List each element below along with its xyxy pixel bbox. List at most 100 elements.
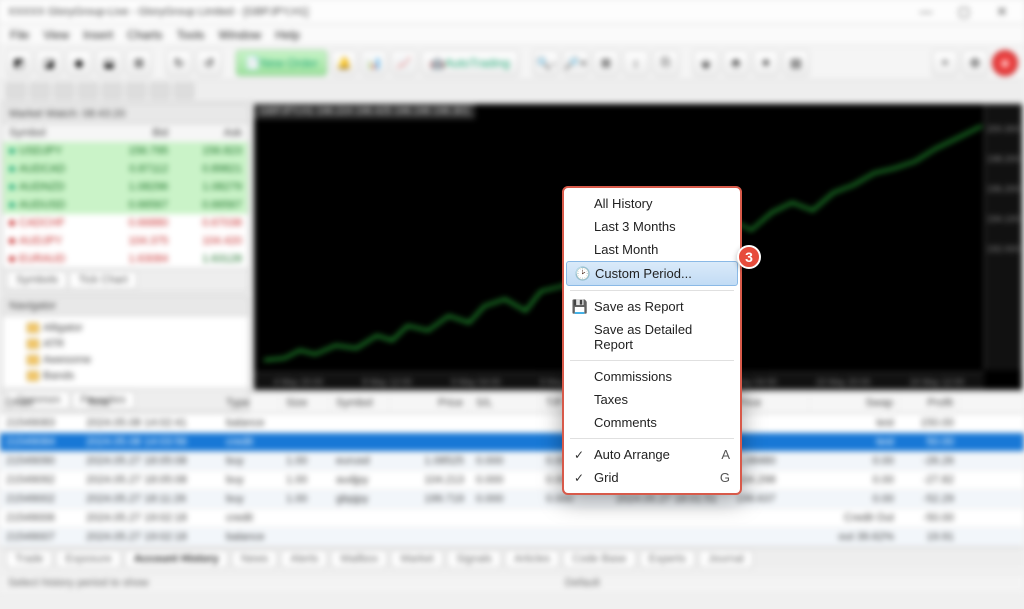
toolbar-button[interactable]: ⌖: [932, 50, 958, 76]
minimize-button[interactable]: —: [912, 3, 940, 21]
context-menu-item[interactable]: Last Month: [564, 238, 740, 261]
draw-tool[interactable]: [54, 83, 74, 99]
autotrading-button[interactable]: 🤖 AutoTrading: [421, 50, 519, 76]
order-col-header[interactable]: Type: [220, 393, 280, 413]
context-menu-item[interactable]: Auto ArrangeA: [564, 443, 740, 466]
order-col-header[interactable]: Symbol: [330, 393, 390, 413]
nav-item[interactable]: ATR: [9, 336, 242, 352]
step-badge: 3: [737, 245, 761, 269]
menu-tools[interactable]: Tools: [177, 28, 205, 42]
menubar: File View Insert Charts Tools Window Hel…: [0, 24, 1024, 46]
order-col-header[interactable]: Profit: [900, 393, 960, 413]
terminal-tab[interactable]: Articles: [505, 550, 559, 568]
order-col-header[interactable]: Time: [80, 393, 220, 413]
toolbar-button[interactable]: ⬓: [96, 50, 122, 76]
toolbar-button[interactable]: ↕: [623, 50, 649, 76]
draw-tool[interactable]: [78, 83, 98, 99]
watch-row[interactable]: AUDCAD0.871120.89821: [3, 160, 248, 178]
tab-symbols[interactable]: Symbols: [7, 271, 67, 289]
context-menu-item[interactable]: Comments: [564, 411, 740, 434]
toolbar-button[interactable]: ⊞: [126, 50, 152, 76]
draw-tool[interactable]: [150, 83, 170, 99]
close-button[interactable]: ✕: [988, 3, 1016, 21]
context-menu-item[interactable]: Save as Detailed Report: [564, 318, 740, 356]
toolbar-button[interactable]: ✦: [753, 50, 779, 76]
order-row[interactable]: 215490022024.05.27 18:11:26buy 1.00gbpjp…: [0, 490, 1024, 509]
nav-item[interactable]: Awesome: [9, 352, 242, 368]
order-col-header[interactable]: Size: [280, 393, 330, 413]
watch-row[interactable]: AUDNZD1.082961.08279: [3, 178, 248, 196]
toolbar-button[interactable]: ◩: [6, 50, 32, 76]
toolbar-button[interactable]: ↻: [166, 50, 192, 76]
watch-row[interactable]: CADCHF0.668800.67038: [3, 214, 248, 232]
toolbar-button[interactable]: ⬘: [723, 50, 749, 76]
context-menu-item[interactable]: All History: [564, 192, 740, 215]
context-menu-item[interactable]: Last 3 Months: [564, 215, 740, 238]
context-menu-item[interactable]: GridG: [564, 466, 740, 489]
menu-help[interactable]: Help: [275, 28, 300, 42]
order-row[interactable]: 215490842024.05.08 14:03:56credit test50…: [0, 433, 1024, 452]
context-menu-item[interactable]: 🕑Custom Period...: [566, 261, 738, 286]
order-row[interactable]: 215490072024.05.27 19:02:18balance out 3…: [0, 528, 1024, 547]
terminal-tab[interactable]: Signals: [447, 550, 501, 568]
context-menu-item[interactable]: Taxes: [564, 388, 740, 411]
toolbar-button[interactable]: ▤: [783, 50, 809, 76]
draw-tool[interactable]: [102, 83, 122, 99]
terminal-tab[interactable]: Exposure: [56, 550, 120, 568]
new-order-button[interactable]: 📄 New Order: [236, 50, 327, 76]
terminal-tab[interactable]: News: [232, 550, 278, 568]
order-row[interactable]: 215490062024.05.27 19:02:18credit Credit…: [0, 509, 1024, 528]
terminal-pane: OrderTimeTypeSizeSymbolPriceS/LT/PTimePr…: [0, 392, 1024, 572]
watch-row[interactable]: EURAUD1.630841.63128: [3, 250, 248, 268]
toolbar-button[interactable]: ↺: [196, 50, 222, 76]
order-col-header[interactable]: Price: [390, 393, 470, 413]
terminal-tab[interactable]: Mailbox: [331, 550, 387, 568]
terminal-tab[interactable]: Code Base: [563, 550, 635, 568]
menu-insert[interactable]: Insert: [83, 28, 113, 42]
toolbar-button[interactable]: 🔍-: [533, 50, 559, 76]
draw-tool[interactable]: [174, 83, 194, 99]
terminal-tab[interactable]: Market: [391, 550, 443, 568]
watch-row[interactable]: AUDUSD0.665670.66567: [3, 196, 248, 214]
maximize-button[interactable]: ▢: [950, 3, 978, 21]
order-row[interactable]: 215490922024.05.27 18:05:08buy 1.00audjp…: [0, 471, 1024, 490]
order-col-header[interactable]: Order: [0, 393, 80, 413]
watch-row[interactable]: USDJPY156.795156.823: [3, 142, 248, 160]
terminal-tab[interactable]: Journal: [699, 550, 753, 568]
context-menu-item[interactable]: 💾Save as Report: [564, 295, 740, 318]
menu-window[interactable]: Window: [219, 28, 262, 42]
toolbar-button[interactable]: 🔔: [331, 50, 357, 76]
menu-view[interactable]: View: [43, 28, 69, 42]
toolbar-button[interactable]: 🔎+: [563, 50, 589, 76]
draw-tool[interactable]: [126, 83, 146, 99]
order-col-header[interactable]: S/L: [470, 393, 540, 413]
history-context-menu: All HistoryLast 3 MonthsLast Month🕑Custo…: [562, 186, 742, 495]
terminal-tab[interactable]: Experts: [640, 550, 695, 568]
tab-tick-chart[interactable]: Tick Chart: [69, 271, 137, 289]
toolbar-button[interactable]: ⎘: [653, 50, 679, 76]
menu-charts[interactable]: Charts: [127, 28, 162, 42]
clock-icon: 🕑: [575, 266, 591, 282]
nav-item[interactable]: Bands: [9, 368, 242, 384]
order-row[interactable]: 215490902024.05.27 18:05:08buy 1.00eurus…: [0, 452, 1024, 471]
context-menu-item[interactable]: Commissions: [564, 365, 740, 388]
order-col-header[interactable]: Price: [730, 393, 810, 413]
order-row[interactable]: 215490832024.05.08 14:02:41balance test1…: [0, 414, 1024, 433]
toolbar-button[interactable]: 📊: [361, 50, 387, 76]
toolbar-button[interactable]: ⊞: [593, 50, 619, 76]
draw-tool[interactable]: [6, 83, 26, 99]
terminal-tab[interactable]: Trade: [6, 550, 52, 568]
toolbar-button[interactable]: ◪: [36, 50, 62, 76]
toolbar-button[interactable]: ●: [992, 50, 1018, 76]
toolbar-button[interactable]: 📈: [391, 50, 417, 76]
watch-row[interactable]: AUDJPY104.375104.420: [3, 232, 248, 250]
terminal-tab[interactable]: Account History: [125, 550, 228, 568]
terminal-tab[interactable]: Alerts: [281, 550, 327, 568]
toolbar-button[interactable]: ◆: [66, 50, 92, 76]
draw-tool[interactable]: [30, 83, 50, 99]
toolbar-button[interactable]: ⬙: [693, 50, 719, 76]
order-col-header[interactable]: Swap: [810, 393, 900, 413]
toolbar-button[interactable]: ⚙: [962, 50, 988, 76]
nav-item[interactable]: Alligator: [9, 320, 242, 336]
menu-file[interactable]: File: [10, 28, 29, 42]
